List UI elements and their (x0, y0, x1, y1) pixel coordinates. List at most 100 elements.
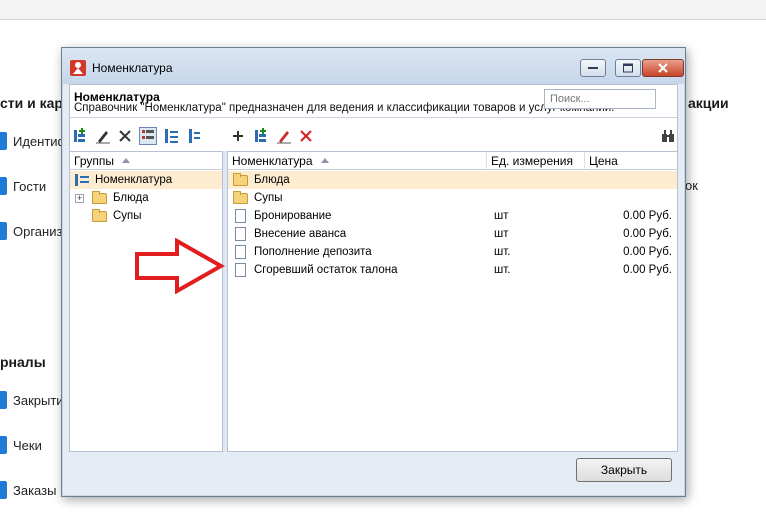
sort-arrow-icon (121, 158, 130, 163)
toolbar-divider (70, 117, 677, 118)
nav-item-label: Организ (13, 223, 63, 239)
tree-node-dishes[interactable]: + Блюда (70, 189, 222, 207)
item-name: Супы (254, 192, 283, 204)
item-unit: шт. (494, 264, 511, 276)
column-header-label: Ед. измерения (491, 154, 573, 168)
item-name: Сгоревший остаток талона (254, 264, 398, 276)
tree-node-soups[interactable]: Супы (70, 207, 222, 225)
folder-icon (233, 173, 248, 186)
column-header-label: Цена (589, 154, 618, 168)
item-unit: шт (494, 210, 509, 222)
tree-view-button[interactable] (163, 128, 181, 146)
item-price: 0.00 Руб. (623, 246, 672, 258)
table-row[interactable]: Блюда (228, 171, 677, 189)
binoculars-icon (662, 130, 674, 142)
edit-pencil-icon (277, 131, 291, 144)
expand-plus-icon[interactable]: + (75, 194, 84, 203)
table-row[interactable]: Бронирование шт 0.00 Руб. (228, 207, 677, 225)
item-unit: шт. (494, 246, 511, 258)
section-title-promotions: акции (688, 95, 729, 111)
right-item-truncated[interactable]: ок (685, 178, 698, 193)
nav-item-identifiers[interactable]: Идентиф (0, 132, 68, 150)
nav-item-organizations[interactable]: Организ (0, 222, 62, 240)
nav-item-orders[interactable]: Заказы (0, 481, 56, 499)
sort-arrow-icon (320, 158, 329, 163)
maximize-icon (623, 63, 633, 73)
checks-icon (0, 436, 7, 454)
app-logo-icon (70, 60, 86, 76)
identifier-icon (0, 132, 7, 150)
tree-node-label: Блюда (113, 192, 149, 204)
folder-icon (92, 191, 107, 204)
close-window-button[interactable] (642, 59, 684, 77)
delete-group-button[interactable] (116, 128, 134, 146)
app-top-bar (0, 0, 766, 20)
close-button[interactable]: Закрыть (576, 458, 672, 482)
items-header: Номенклатура Ед. измерения Цена (228, 152, 677, 170)
column-header-name[interactable]: Номенклатура (228, 152, 487, 170)
hierarchy-view-button[interactable] (185, 128, 203, 146)
nav-item-label: Гости (13, 178, 47, 194)
tree-node-label: Номенклатура (95, 174, 173, 186)
nav-item-checks[interactable]: Чеки (0, 436, 42, 454)
document-icon (235, 227, 246, 241)
minimize-button[interactable] (580, 59, 606, 77)
table-row[interactable]: Сгоревший остаток талона шт. 0.00 Руб. (228, 261, 677, 279)
delete-icon (119, 130, 131, 142)
table-row[interactable]: Супы (228, 189, 677, 207)
right-item-label: ок (685, 178, 698, 193)
item-name: Пополнение депозита (254, 246, 372, 258)
organization-icon (0, 222, 7, 240)
pencil-icon (96, 131, 110, 144)
edit-item-button[interactable] (275, 128, 293, 146)
minimize-icon (588, 67, 598, 69)
list-view-toggle[interactable] (139, 127, 157, 145)
add-group-button[interactable] (71, 128, 89, 146)
groups-column-header[interactable]: Группы (70, 152, 220, 170)
item-price: 0.00 Руб. (623, 210, 672, 222)
groups-header: Группы (70, 152, 222, 170)
groups-pane: Группы Номенклатура + Блюда Супы (69, 151, 223, 452)
folder-icon (92, 209, 107, 222)
search-input[interactable] (544, 89, 656, 109)
add-group-icon (74, 128, 85, 142)
nav-item-label: Идентиф (13, 133, 69, 149)
column-header-label: Номенклатура (232, 154, 313, 168)
section-title-journals: рналы (0, 354, 46, 370)
add-subgroup-icon (255, 128, 266, 142)
nav-item-label: Заказы (13, 482, 57, 498)
delete-item-button[interactable] (297, 128, 315, 146)
document-icon (235, 263, 246, 277)
nav-item-guests[interactable]: Гости (0, 177, 46, 195)
column-header-price[interactable]: Цена (585, 152, 677, 170)
tree-view-icon (165, 129, 178, 143)
closing-icon (0, 391, 7, 409)
dialog-titlebar[interactable]: Номенклатура (62, 48, 685, 84)
orders-icon (0, 481, 7, 499)
item-name: Блюда (254, 174, 290, 186)
item-price: 0.00 Руб. (623, 264, 672, 276)
item-name: Бронирование (254, 210, 332, 222)
red-delete-icon (300, 130, 312, 142)
add-subgroup-button[interactable] (252, 128, 270, 146)
close-icon (658, 63, 668, 73)
hierarchy-icon (189, 129, 200, 143)
table-row[interactable]: Пополнение депозита шт. 0.00 Руб. (228, 243, 677, 261)
items-pane: Номенклатура Ед. измерения Цена Блюда Су… (227, 151, 678, 452)
maximize-button[interactable] (615, 59, 641, 77)
folder-icon (233, 191, 248, 204)
nav-item-closing[interactable]: Закрыти (0, 391, 64, 409)
tree-node-root[interactable]: Номенклатура (70, 171, 222, 189)
column-header-unit[interactable]: Ед. измерения (487, 152, 585, 170)
nav-item-label: Закрыти (13, 392, 64, 408)
binoculars-button[interactable] (659, 129, 677, 147)
item-name: Внесение аванса (254, 228, 347, 240)
item-unit: шт (494, 228, 509, 240)
list-view-icon (142, 130, 154, 139)
section-title-cards: сти и кар (0, 95, 63, 111)
info-description: Справочник "Номенклатура" предназначен д… (74, 102, 615, 114)
edit-group-button[interactable] (94, 128, 112, 146)
document-icon (235, 245, 246, 259)
table-row[interactable]: Внесение аванса шт 0.00 Руб. (228, 225, 677, 243)
add-item-button[interactable] (229, 128, 247, 146)
